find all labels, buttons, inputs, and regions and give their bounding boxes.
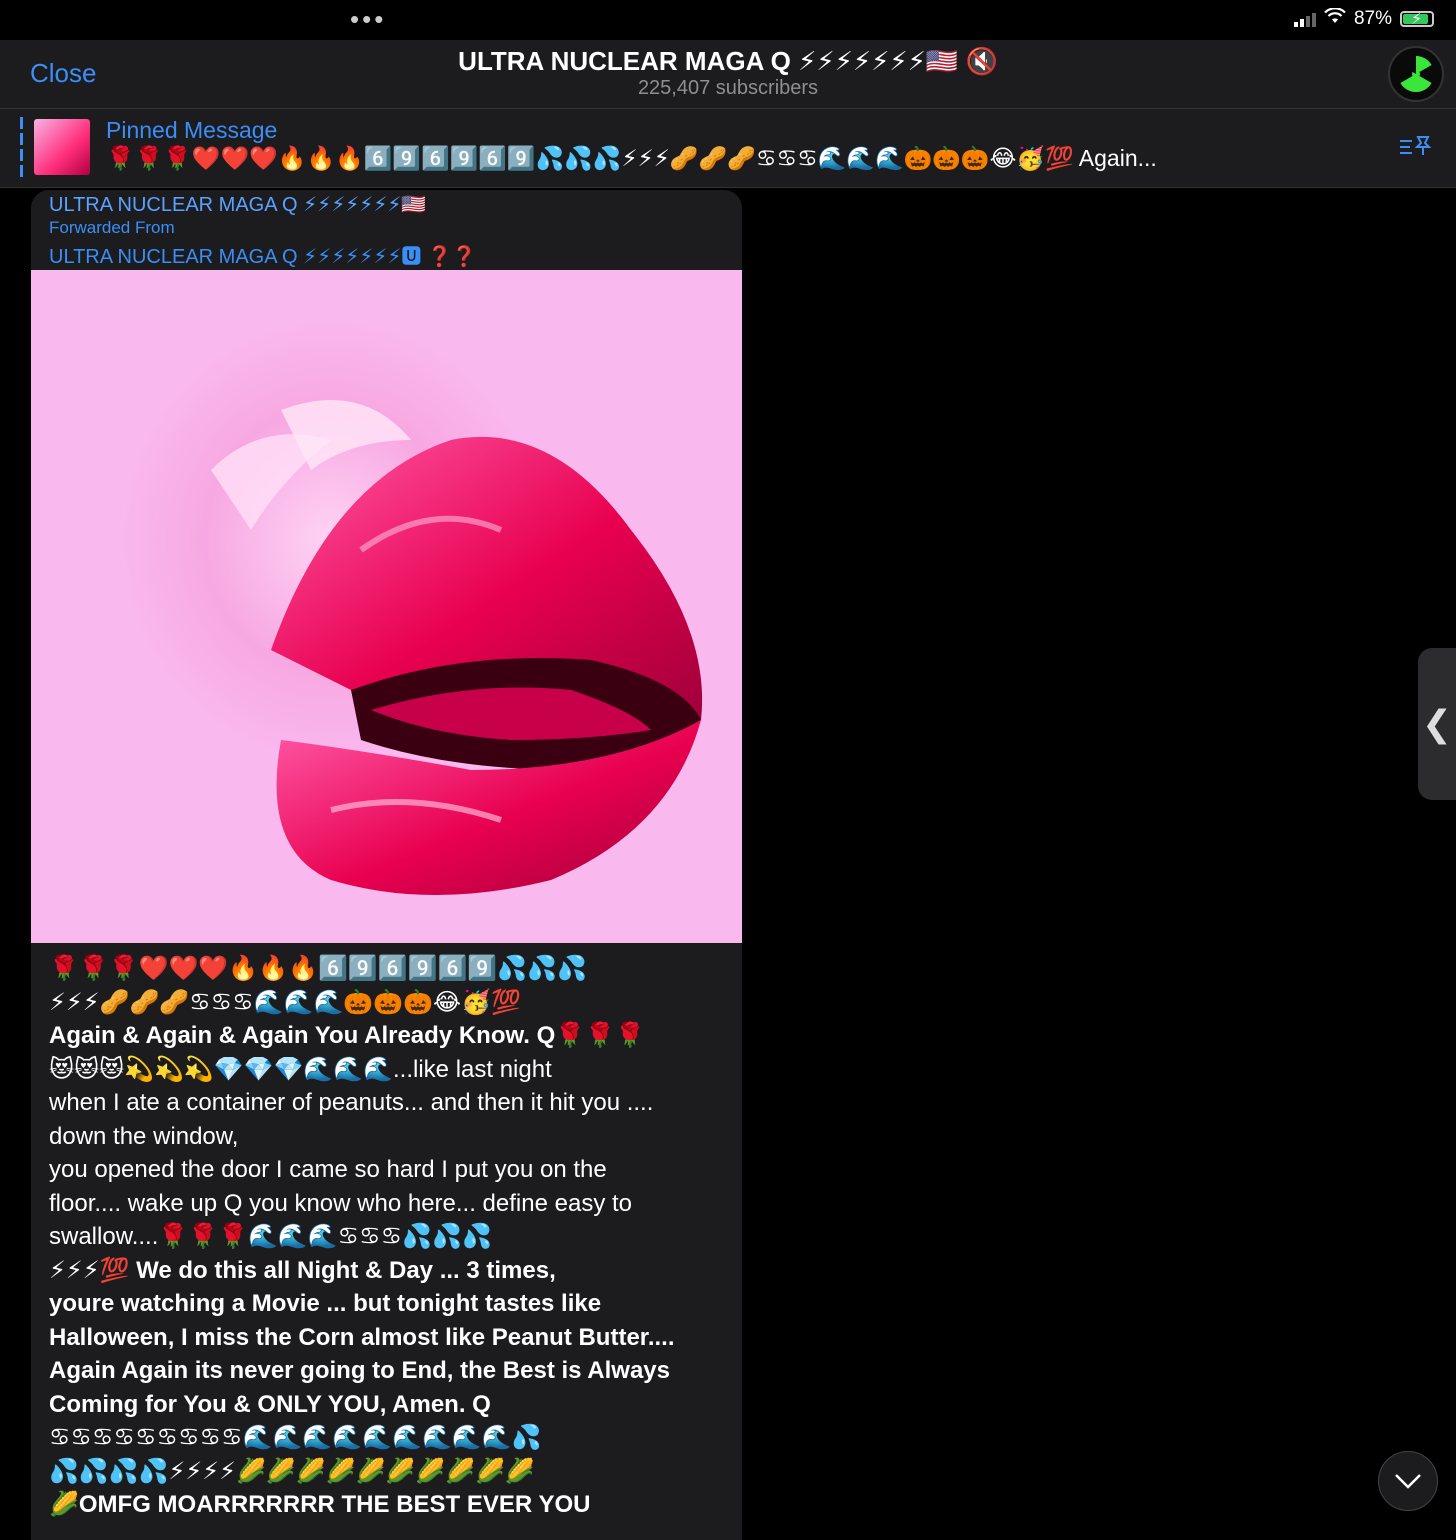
multitasking-dots-icon[interactable]: •••: [350, 4, 386, 35]
message-line: down the window,: [49, 1122, 239, 1150]
channel-title[interactable]: ULTRA NUCLEAR MAGA Q ⚡⚡⚡⚡⚡⚡⚡🇺🇸 🔇: [0, 46, 1456, 77]
message-photo[interactable]: [31, 270, 742, 943]
message-line: floor.... wake up Q you know who here...…: [49, 1189, 632, 1217]
message-line: Halloween, I miss the Corn almost like P…: [49, 1323, 675, 1351]
message-line: Again & Again & Again You Already Know. …: [49, 1022, 645, 1049]
message-sender[interactable]: ULTRA NUCLEAR MAGA Q ⚡⚡⚡⚡⚡⚡⚡🇺🇸: [49, 192, 426, 217]
pinned-message-bar[interactable]: Pinned Message 🌹🌹🌹❤️❤️❤️🔥🔥🔥6️⃣9️⃣6️⃣9️⃣6…: [0, 109, 1456, 188]
message-line: Again Again its never going to End, the …: [49, 1357, 670, 1384]
status-bar: ••• 87% ⚡: [0, 0, 1456, 40]
forwarded-label: Forwarded From: [49, 218, 175, 237]
message-line: you opened the door I came so hard I put…: [49, 1156, 607, 1183]
subscriber-count: 225,407 subscribers: [637, 77, 819, 99]
channel-avatar[interactable]: [1388, 46, 1444, 102]
pinned-text: 🌹🌹🌹❤️❤️❤️🔥🔥🔥6️⃣9️⃣6️⃣9️⃣6️⃣9️⃣💦💦💦⚡⚡⚡🥜🥜🥜♋…: [106, 145, 1157, 171]
chevron-down-icon: [1395, 1474, 1421, 1489]
message-line: ⚡⚡⚡💯 We do this all Night & Day ... 3 ti…: [49, 1256, 556, 1284]
side-panel-handle[interactable]: ❮: [1418, 648, 1456, 800]
chevron-left-icon: ❮: [1421, 703, 1453, 744]
signal-icon: [1293, 11, 1316, 27]
message-bubble[interactable]: ULTRA NUCLEAR MAGA Q ⚡⚡⚡⚡⚡⚡⚡🇺🇸 Forwarded…: [31, 190, 742, 1540]
battery-icon: ⚡: [1400, 11, 1434, 28]
message-line: 🌽OMFG MOARRRRRRR THE BEST EVER YOU: [49, 1491, 591, 1518]
message-text: 🌹🌹🌹❤️❤️❤️🔥🔥🔥6️⃣9️⃣6️⃣9️⃣6️⃣9️⃣💦💦💦 ⚡⚡⚡🥜🥜🥜…: [49, 952, 719, 1522]
message-line: 🌹🌹🌹❤️❤️❤️🔥🔥🔥6️⃣9️⃣6️⃣9️⃣6️⃣9️⃣💦💦💦: [49, 955, 587, 982]
pin-list-icon[interactable]: [1398, 133, 1432, 166]
message-line: ♋♋♋♋♋♋♋♋♋🌊🌊🌊🌊🌊🌊🌊🌊🌊💦: [49, 1424, 542, 1451]
message-line: Coming for You & ONLY YOU, Amen. Q: [49, 1390, 491, 1418]
message-line: 😻😻😻💫💫💫💎💎💎🌊🌊🌊...like last night: [49, 1055, 552, 1083]
pinned-title: Pinned Message: [106, 117, 278, 143]
message-line: ⚡⚡⚡🥜🥜🥜♋♋♋🌊🌊🌊🎃🎃🎃😂🥳💯: [49, 988, 521, 1016]
lips-rose-artwork: [121, 320, 703, 895]
message-line: 💦💦💦💦⚡⚡⚡⚡🌽🌽🌽🌽🌽🌽🌽🌽🌽🌽: [49, 1457, 535, 1485]
message-line: swallow....🌹🌹🌹🌊🌊🌊♋♋♋💦💦💦: [49, 1223, 492, 1250]
radiation-icon: [1400, 55, 1432, 93]
wifi-icon: [1324, 7, 1346, 30]
message-line: youre watching a Movie ... but tonight t…: [49, 1290, 602, 1317]
chat-header: Close ULTRA NUCLEAR MAGA Q ⚡⚡⚡⚡⚡⚡⚡🇺🇸 🔇 2…: [0, 40, 1456, 109]
pinned-thumbnail: [34, 119, 90, 175]
pinned-indicator: [20, 117, 23, 177]
scroll-to-bottom-button[interactable]: [1378, 1451, 1438, 1511]
status-indicators: 87% ⚡: [1293, 7, 1434, 30]
message-line: when I ate a container of peanuts... and…: [49, 1089, 654, 1116]
forwarded-from[interactable]: ULTRA NUCLEAR MAGA Q ⚡⚡⚡⚡⚡⚡⚡🆄 ❓❓: [49, 240, 477, 269]
battery-percent: 87%: [1353, 8, 1392, 29]
